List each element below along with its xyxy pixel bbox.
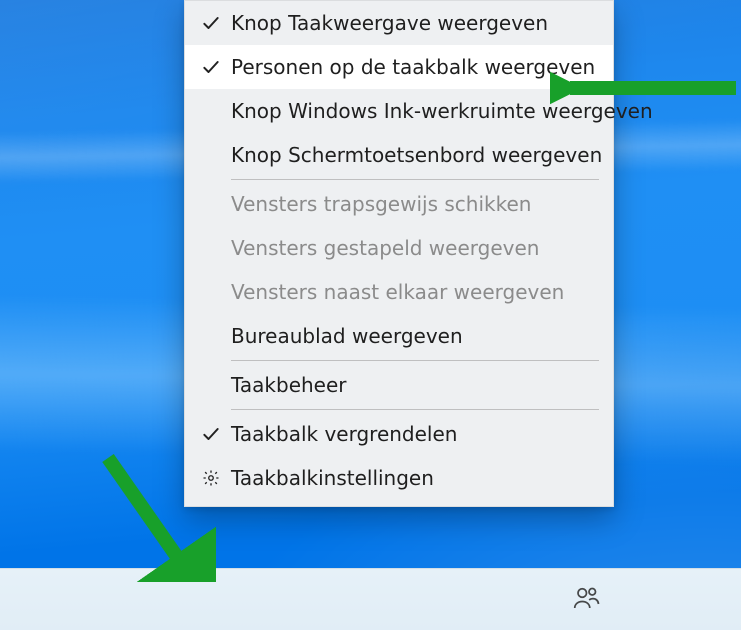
- menu-item[interactable]: Knop Schermtoetsenbord weergeven: [185, 133, 613, 177]
- menu-item-label: Taakbalk vergrendelen: [225, 422, 457, 446]
- checkmark-icon: [197, 424, 225, 444]
- menu-item[interactable]: Knop Taakweergave weergeven: [185, 1, 613, 45]
- menu-item-label: Knop Taakweergave weergeven: [225, 11, 548, 35]
- menu-item[interactable]: Bureaublad weergeven: [185, 314, 613, 358]
- menu-separator: [231, 360, 599, 361]
- menu-item[interactable]: Knop Windows Ink-werkruimte weergeven: [185, 89, 613, 133]
- checkmark-icon: [197, 57, 225, 77]
- menu-item[interactable]: Taakbeheer: [185, 363, 613, 407]
- taskbar-context-menu: Knop Taakweergave weergeven Personen op d…: [184, 0, 614, 507]
- menu-item-label: Personen op de taakbalk weergeven: [225, 55, 595, 79]
- people-icon[interactable]: [571, 583, 601, 617]
- menu-item-label: Vensters naast elkaar weergeven: [225, 280, 564, 304]
- menu-item-label: Vensters gestapeld weergeven: [225, 236, 539, 260]
- menu-item: Vensters naast elkaar weergeven: [185, 270, 613, 314]
- menu-item-label: Vensters trapsgewijs schikken: [225, 192, 531, 216]
- menu-separator: [231, 179, 599, 180]
- menu-item-label: Taakbalkinstellingen: [225, 466, 434, 490]
- menu-item-label: Bureaublad weergeven: [225, 324, 463, 348]
- gear-icon: [197, 469, 225, 487]
- checkmark-icon: [197, 13, 225, 33]
- taskbar[interactable]: [0, 568, 741, 630]
- menu-item-label: Knop Windows Ink-werkruimte weergeven: [225, 99, 653, 123]
- menu-separator: [231, 409, 599, 410]
- menu-item[interactable]: Personen op de taakbalk weergeven: [185, 45, 613, 89]
- menu-item: Vensters gestapeld weergeven: [185, 226, 613, 270]
- menu-item-label: Knop Schermtoetsenbord weergeven: [225, 143, 602, 167]
- menu-item-label: Taakbeheer: [225, 373, 347, 397]
- menu-item[interactable]: Taakbalkinstellingen: [185, 456, 613, 500]
- menu-item[interactable]: Taakbalk vergrendelen: [185, 412, 613, 456]
- menu-item: Vensters trapsgewijs schikken: [185, 182, 613, 226]
